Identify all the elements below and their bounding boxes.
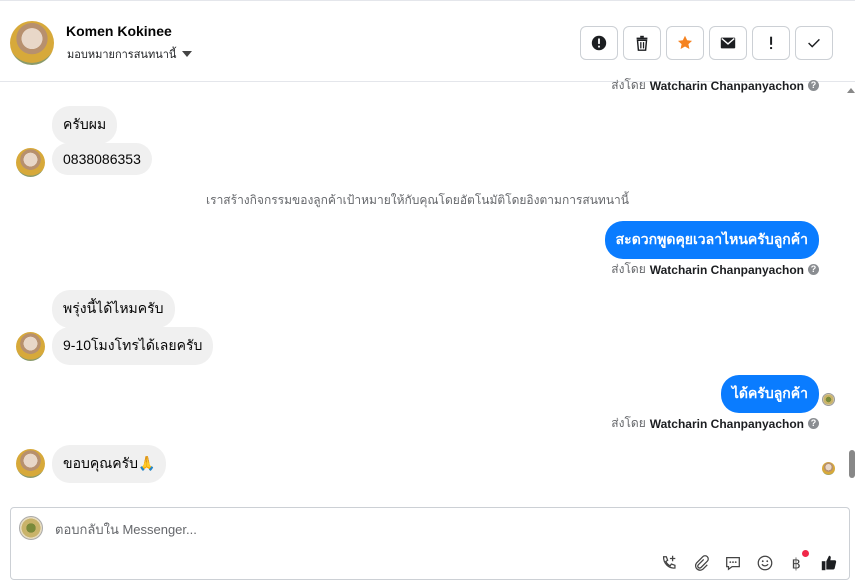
help-icon[interactable]: ? — [808, 264, 819, 275]
mark-unread-button[interactable] — [709, 26, 747, 60]
sent-by-label: ส่งโดย Watcharin Chanpanyachon ? — [611, 76, 819, 95]
emoji-icon — [757, 555, 773, 571]
outgoing-message: สะดวกพูดคุยเวลาไหนครับลูกค้า — [604, 221, 819, 259]
outgoing-message: ได้ครับลูกค้า — [720, 375, 819, 413]
delete-button[interactable] — [623, 26, 661, 60]
contact-avatar-small[interactable] — [16, 449, 45, 478]
sent-by-prefix: ส่งโดย — [611, 416, 646, 430]
composer-tools: ฿ — [659, 550, 839, 573]
payment-button[interactable]: ฿ — [787, 550, 809, 573]
chat-bubble-icon — [726, 556, 740, 571]
sent-by-prefix: ส่งโดย — [611, 78, 646, 92]
star-button[interactable] — [666, 26, 704, 60]
sent-by-label: ส่งโดย Watcharin Chanpanyachon ? — [611, 414, 819, 433]
contact-avatar[interactable] — [10, 21, 54, 65]
incoming-message: ครับผม — [52, 106, 118, 144]
sender-name: Watcharin Chanpanyachon — [649, 262, 804, 277]
exclamation-icon — [770, 36, 773, 50]
message-composer: ฿ — [10, 507, 850, 580]
incoming-message: พรุ่งนี้ได้ไหมครับ — [52, 290, 175, 328]
attach-button[interactable] — [691, 553, 711, 573]
contact-avatar-small[interactable] — [16, 148, 45, 177]
help-icon[interactable]: ? — [808, 80, 819, 91]
contact-avatar-small[interactable] — [16, 332, 45, 361]
spam-button[interactable] — [580, 26, 618, 60]
call-add-icon — [662, 555, 676, 569]
emoji-button[interactable] — [755, 553, 775, 573]
incoming-message: 9-10โมงโทรได้เลยครับ — [52, 327, 214, 365]
svg-text:฿: ฿ — [792, 556, 801, 572]
sent-by-prefix: ส่งโดย — [611, 262, 646, 276]
scrollbar-thumb[interactable] — [849, 450, 855, 478]
alert-circle-icon — [591, 35, 607, 51]
envelope-icon — [720, 37, 736, 49]
help-icon[interactable]: ? — [808, 418, 819, 429]
star-icon — [677, 35, 693, 50]
sender-name: Watcharin Chanpanyachon — [649, 78, 804, 93]
conversation-toolbar — [580, 26, 833, 60]
sender-name: Watcharin Chanpanyachon — [649, 416, 804, 431]
check-icon — [808, 38, 820, 48]
thumbs-up-icon — [821, 555, 837, 571]
conversation-header: Komen Kokinee มอบหมายการสนทนานี้ — [0, 0, 855, 82]
caret-down-icon — [182, 51, 193, 57]
sent-by-label: ส่งโดย Watcharin Chanpanyachon ? — [611, 260, 819, 279]
page-seen-avatar — [822, 393, 835, 406]
follow-up-button[interactable] — [752, 26, 790, 60]
notification-dot — [802, 550, 809, 557]
like-button[interactable] — [819, 553, 839, 573]
assign-label: มอบหมายการสนทนานี้ — [67, 49, 177, 61]
call-add-button[interactable] — [659, 553, 679, 573]
trash-icon — [636, 35, 648, 51]
scroll-up-arrow[interactable] — [847, 88, 855, 93]
contact-name[interactable]: Komen Kokinee — [66, 23, 172, 39]
reply-input[interactable] — [55, 522, 655, 537]
saved-replies-button[interactable] — [723, 553, 743, 573]
incoming-message: 0838086353 — [52, 143, 152, 175]
paperclip-icon — [694, 555, 709, 571]
mark-done-button[interactable] — [795, 26, 833, 60]
assign-conversation-dropdown[interactable]: มอบหมายการสนทนานี้ — [67, 45, 193, 63]
incoming-message: ขอบคุณครับ🙏 — [52, 445, 167, 483]
system-notice: เราสร้างกิจกรรมของลูกค้าเป้าหมายให้กับคุ… — [206, 193, 629, 207]
page-avatar — [19, 516, 43, 540]
contact-seen-avatar — [822, 462, 835, 475]
